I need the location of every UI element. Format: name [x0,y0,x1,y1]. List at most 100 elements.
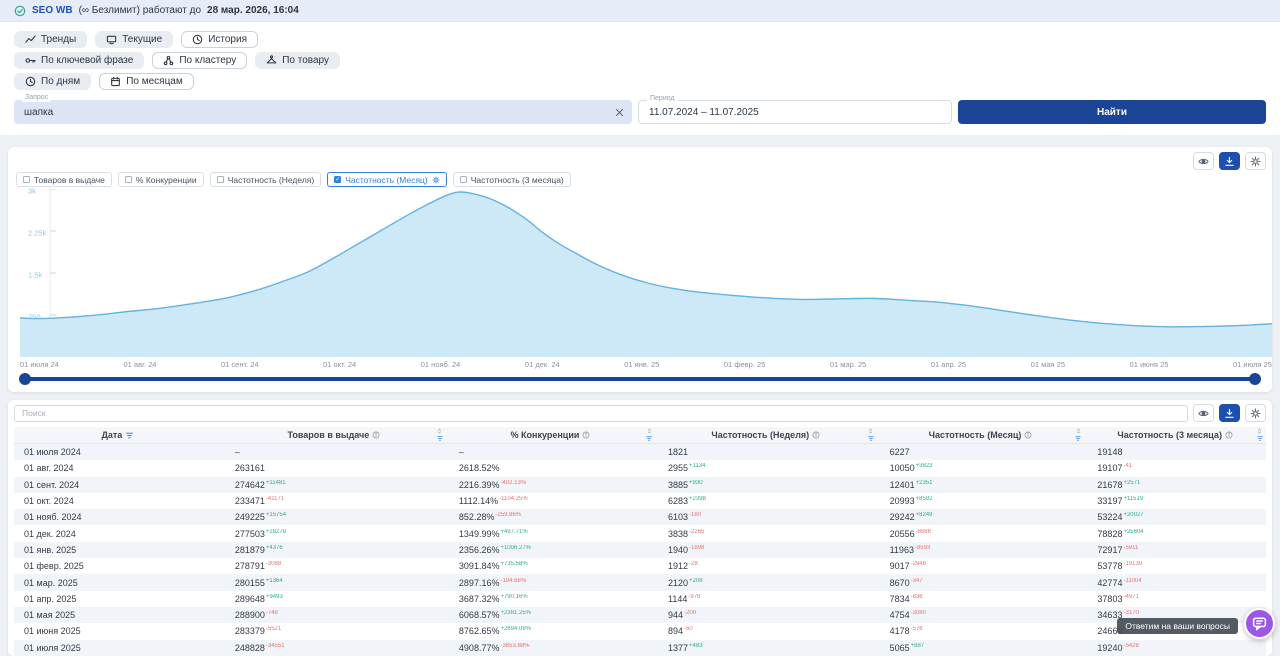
range-slider-left-handle[interactable] [19,373,31,385]
chat-button[interactable] [1244,608,1275,639]
y-axis-tick-label: 1.5k [28,271,42,280]
value-cell: 1940-1898 [655,545,877,555]
cell-value: 11963 [890,545,914,555]
delta-badge: +735.58% [500,561,527,567]
chart-visibility-button[interactable] [1193,152,1214,170]
table-visibility-button[interactable] [1193,404,1214,422]
mode-product[interactable]: По товару [255,52,340,69]
chart-settings-button[interactable] [1245,152,1266,170]
column-header[interactable]: Товаров в выдаче [222,427,446,443]
info-icon[interactable] [1225,431,1233,439]
area-chart [20,189,1272,357]
filter-bars-icon[interactable] [1256,435,1264,442]
column-header[interactable]: Частотность (3 месяца) [1084,427,1266,443]
column-header-label: Частотность (Месяц) [929,430,1022,440]
sort-widget[interactable] [645,427,653,443]
range-slider-right-handle[interactable] [1249,373,1261,385]
table-search-input[interactable] [14,405,1188,422]
delta-badge: -28 [689,561,698,567]
table-settings-button[interactable] [1245,404,1266,422]
mode-keyword[interactable]: По ключевой фразе [14,52,144,69]
delta-badge: -4971 [1123,594,1138,600]
legend-chip[interactable]: Частотность (Неделя) [210,172,322,187]
delta-badge: -41 [1123,463,1132,469]
filter-bars-icon[interactable] [1074,435,1082,442]
delta-badge: -347 [911,578,923,584]
delta-badge: -19139 [1123,561,1142,567]
sort-arrows-icon[interactable] [646,428,653,434]
tab-history[interactable]: История [181,31,258,48]
cell-value: 4178 [890,626,910,636]
column-header[interactable]: Дата [14,427,222,443]
value-cell: 1112.14%-1104.25% [446,496,655,506]
cell-value: 1112.14% [459,496,498,506]
brand[interactable]: SEO WB [32,5,73,16]
download-icon [1224,156,1235,167]
filter-bars-icon[interactable] [645,435,653,442]
cell-value: 3838 [668,529,688,539]
filter-bars-icon[interactable] [125,431,134,440]
tab-current[interactable]: Текущие [95,31,173,48]
column-header[interactable]: Частотность (Месяц) [877,427,1085,443]
date-cell: 01 сент. 2024 [14,480,222,490]
sort-widget[interactable] [867,427,875,443]
delta-badge: +15754 [266,512,286,518]
legend-chip[interactable]: ✓Частотность (Месяц) [327,172,447,187]
table-download-button[interactable] [1219,404,1240,422]
period-input[interactable] [639,107,951,118]
column-header[interactable]: % Конкуренции [446,427,655,443]
find-button[interactable]: Найти [958,100,1266,124]
value-cell: 19107-41 [1084,463,1266,473]
sort-widget[interactable] [1074,427,1082,443]
delta-badge: +930 [689,480,703,486]
delta-badge: -836 [911,594,923,600]
granularity-months[interactable]: По месяцам [99,73,194,90]
value-cell: 2897.16%-194.68% [446,578,655,588]
delta-badge: -1104.25% [499,496,528,502]
filter-bars-icon[interactable] [867,435,875,442]
clear-icon[interactable] [606,100,632,124]
mode-cluster[interactable]: По кластеру [152,52,247,69]
x-axis-tick-label: 01 февр. 25 [724,360,765,369]
table-row: 01 апр. 2025289648+94933687.32%+790.16%1… [14,591,1266,607]
value-cell: 8762.65%+2694.08% [446,626,655,636]
y-axis-tick-label: 750 [28,313,41,322]
value-cell: 248828-34551 [222,643,446,653]
column-header[interactable]: Частотность (Неделя) [655,427,877,443]
table-toolbar-buttons [1193,404,1266,422]
sort-widget[interactable] [436,427,444,443]
x-axis-tick-label: 01 нояб. 24 [421,360,461,369]
legend-chip[interactable]: Товаров в выдаче [16,172,112,187]
range-slider[interactable] [20,372,1260,386]
filter-bars-icon[interactable] [436,435,444,442]
keyword-input[interactable] [14,107,606,118]
sort-arrows-icon[interactable] [1075,428,1082,434]
legend-chip[interactable]: Частотность (3 месяца) [453,172,571,187]
eye-icon [1198,408,1209,419]
info-icon[interactable] [812,431,820,439]
sort-arrows-icon[interactable] [436,428,443,434]
cell-value: 1940 [668,545,688,555]
cell-value: 7834 [890,594,910,604]
granularity-days[interactable]: По дням [14,73,91,90]
sort-arrows-icon[interactable] [867,428,874,434]
sort-widget[interactable] [1256,427,1264,443]
delta-badge: -194.68% [500,578,526,584]
chart-legend: Товаров в выдаче % Конкуренции Частотность… [16,172,1266,187]
legend-chip[interactable]: % Конкуренции [118,172,204,187]
table-row: 01 июня 2025283379-55218762.65%+2694.08%… [14,623,1266,639]
column-header-label: Частотность (Неделя) [711,430,809,440]
value-cell: 10050+3823 [877,463,1085,473]
cell-value: 3885 [668,480,688,490]
sort-arrows-icon[interactable] [1256,428,1263,434]
chart-download-button[interactable] [1219,152,1240,170]
legend-chip-label: Частотность (Месяц) [345,175,428,185]
range-slider-track[interactable] [20,377,1260,381]
info-icon[interactable] [1024,431,1032,439]
info-icon[interactable] [582,431,590,439]
info-icon[interactable] [372,431,380,439]
cell-value: 2618.52% [459,463,500,473]
gear-icon[interactable] [432,176,440,184]
subscription-text: (∞ Безлимит) работают до [79,5,201,16]
tab-trends[interactable]: Тренды [14,31,87,48]
